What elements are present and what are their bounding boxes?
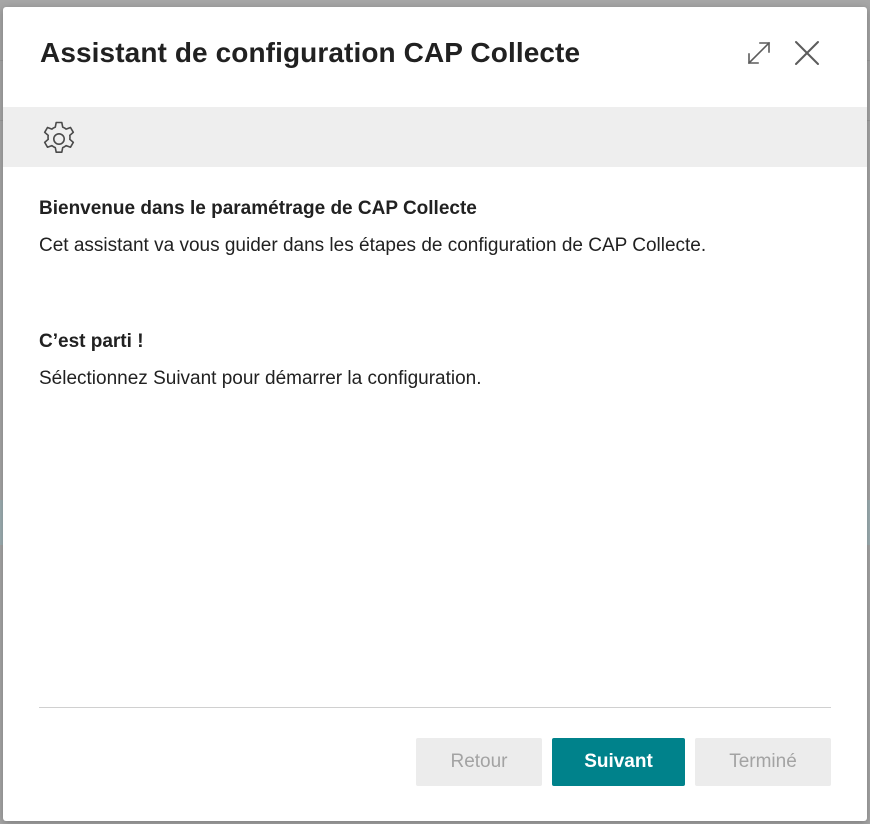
gear-icon bbox=[43, 121, 75, 153]
wizard-banner bbox=[3, 107, 867, 167]
close-icon bbox=[795, 41, 819, 65]
dialog-title: Assistant de configuration CAP Collecte bbox=[40, 37, 581, 68]
welcome-heading: Bienvenue dans le paramétrage de CAP Col… bbox=[39, 198, 477, 219]
finish-button[interactable]: Terminé bbox=[695, 738, 831, 786]
setup-wizard-dialog: Assistant de configuration CAP Collecte bbox=[3, 7, 867, 821]
dialog-header: Assistant de configuration CAP Collecte bbox=[3, 7, 867, 107]
expand-button[interactable] bbox=[743, 37, 775, 69]
start-heading: C’est parti ! bbox=[39, 331, 144, 352]
start-text: Sélectionnez Suivant pour démarrer la co… bbox=[39, 368, 482, 389]
wizard-content: Bienvenue dans le paramétrage de CAP Col… bbox=[39, 197, 829, 391]
close-button[interactable] bbox=[791, 37, 823, 69]
next-button[interactable]: Suivant bbox=[552, 738, 685, 786]
welcome-text: Cet assistant va vous guider dans les ét… bbox=[39, 235, 707, 256]
back-button[interactable]: Retour bbox=[416, 738, 542, 786]
expand-icon bbox=[747, 41, 771, 65]
footer-divider bbox=[39, 707, 831, 708]
